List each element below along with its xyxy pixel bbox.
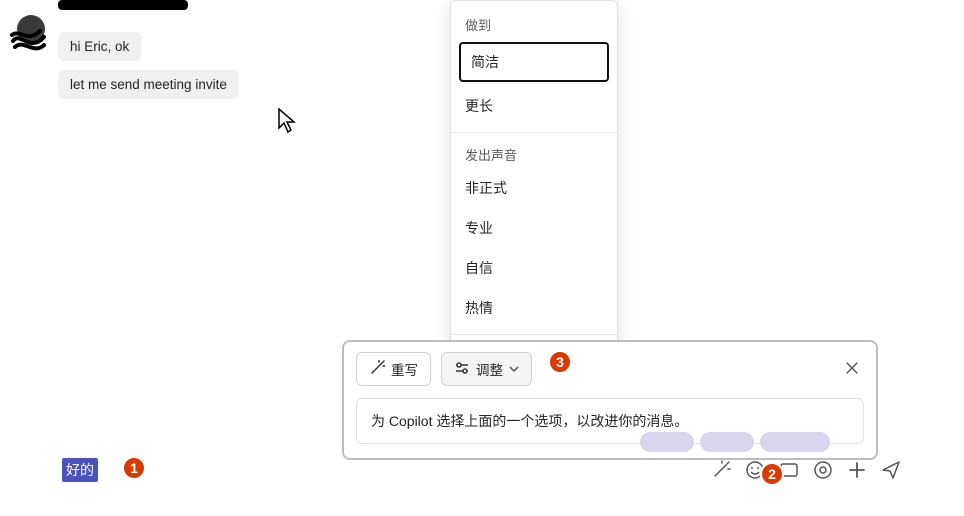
menu-item-enthusiastic-label: 热情 [465, 300, 493, 316]
rewrite-button-label: 重写 [391, 359, 418, 379]
copilot-close-button[interactable] [840, 356, 864, 383]
annotation-badge-1-num: 1 [130, 460, 138, 476]
rewrite-button[interactable]: 重写 [356, 352, 431, 386]
copilot-toolbar: 重写 调整 [356, 352, 864, 386]
menu-item-confident-label: 自信 [465, 260, 493, 276]
menu-divider [451, 132, 617, 133]
adjust-button[interactable]: 调整 [441, 352, 532, 386]
menu-item-longer[interactable]: 更长 [451, 86, 617, 126]
menu-item-professional[interactable]: 专业 [451, 208, 617, 248]
annotation-badge-2: 2 [760, 462, 784, 486]
chat-bubble-2: let me send meeting invite [58, 70, 239, 99]
menu-item-longer-label: 更长 [465, 98, 493, 114]
redacted-name [58, 0, 188, 10]
copilot-hint-text: 为 Copilot 选择上面的一个选项，以改进你的消息。 [371, 413, 688, 429]
menu-item-concise-label: 简洁 [471, 54, 499, 70]
menu-item-casual-label: 非正式 [465, 180, 507, 196]
annotation-badge-3-num: 3 [556, 354, 564, 370]
copilot-icon-button[interactable] [710, 459, 732, 481]
menu-item-professional-label: 专业 [465, 220, 493, 236]
plus-icon-button[interactable] [846, 459, 868, 481]
magic-wand-icon [369, 360, 385, 379]
chat-bubble-1: hi Eric, ok [58, 32, 141, 61]
chevron-down-icon [509, 362, 519, 377]
compose-input-value: 好的 [66, 462, 94, 478]
adjust-button-label: 调整 [476, 359, 503, 379]
menu-item-concise[interactable]: 简洁 [459, 42, 609, 82]
send-icon-button[interactable] [880, 459, 902, 481]
chat-bubble-1-text: hi Eric, ok [70, 39, 129, 54]
menu-item-confident[interactable]: 自信 [451, 248, 617, 288]
cursor-icon [278, 108, 298, 139]
annotation-badge-1: 1 [122, 456, 146, 480]
menu-divider-2 [451, 334, 617, 335]
sticker-icon-button[interactable] [812, 459, 834, 481]
menu-group-sound: 发出声音 [451, 139, 617, 168]
sliders-icon [454, 360, 470, 379]
annotation-badge-3: 3 [548, 350, 572, 374]
avatar-scribble [10, 25, 50, 64]
menu-group-make-it: 做到 [451, 9, 617, 38]
compose-input[interactable]: 好的 [62, 458, 98, 482]
annotation-badge-2-num: 2 [768, 466, 776, 482]
adjust-menu: 做到 简洁 更长 发出声音 非正式 专业 自信 热情 自定义 [450, 0, 618, 392]
compose-icons [710, 459, 902, 481]
menu-item-enthusiastic[interactable]: 热情 [451, 288, 617, 328]
menu-item-casual[interactable]: 非正式 [451, 168, 617, 208]
chat-bubble-2-text: let me send meeting invite [70, 77, 227, 92]
